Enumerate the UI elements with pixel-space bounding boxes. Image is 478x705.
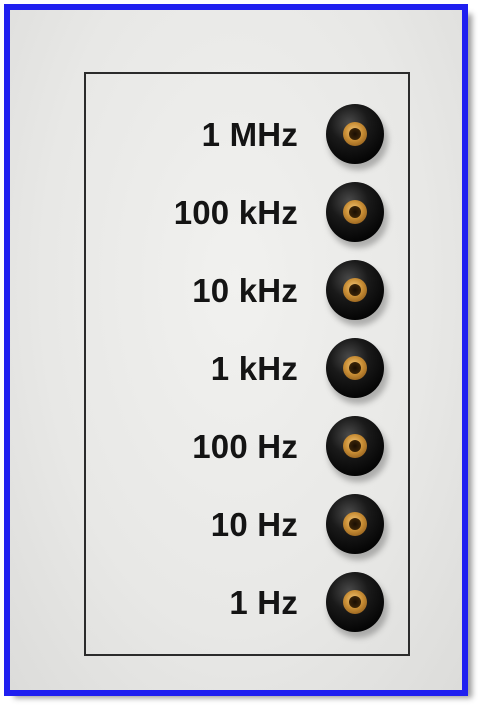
frequency-label: 100 kHz [173, 194, 298, 231]
output-row: 10 Hz [86, 492, 408, 560]
banana-socket-icon [324, 414, 388, 482]
banana-socket-icon [324, 180, 388, 248]
banana-socket-icon [324, 570, 388, 638]
banana-socket-icon [324, 258, 388, 326]
banana-socket-icon [324, 102, 388, 170]
photo-frame: 1 MHz 100 kHz 10 kHz 1 kHz 100 Hz 10 Hz … [4, 4, 468, 696]
frequency-label: 1 MHz [201, 116, 298, 153]
output-row: 1 kHz [86, 336, 408, 404]
output-row: 10 kHz [86, 258, 408, 326]
frequency-label: 100 Hz [192, 428, 298, 465]
frequency-output-panel: 1 MHz 100 kHz 10 kHz 1 kHz 100 Hz 10 Hz … [84, 72, 410, 656]
output-row: 100 Hz [86, 414, 408, 482]
frequency-label: 1 kHz [210, 350, 298, 387]
banana-socket-icon [324, 336, 388, 404]
output-row: 1 MHz [86, 102, 408, 170]
output-row: 100 kHz [86, 180, 408, 248]
frequency-label: 10 kHz [192, 272, 298, 309]
frequency-label: 10 Hz [210, 506, 298, 543]
photo: 1 MHz 100 kHz 10 kHz 1 kHz 100 Hz 10 Hz … [0, 0, 478, 705]
frequency-label: 1 Hz [229, 584, 298, 621]
output-row: 1 Hz [86, 570, 408, 638]
banana-socket-icon [324, 492, 388, 560]
